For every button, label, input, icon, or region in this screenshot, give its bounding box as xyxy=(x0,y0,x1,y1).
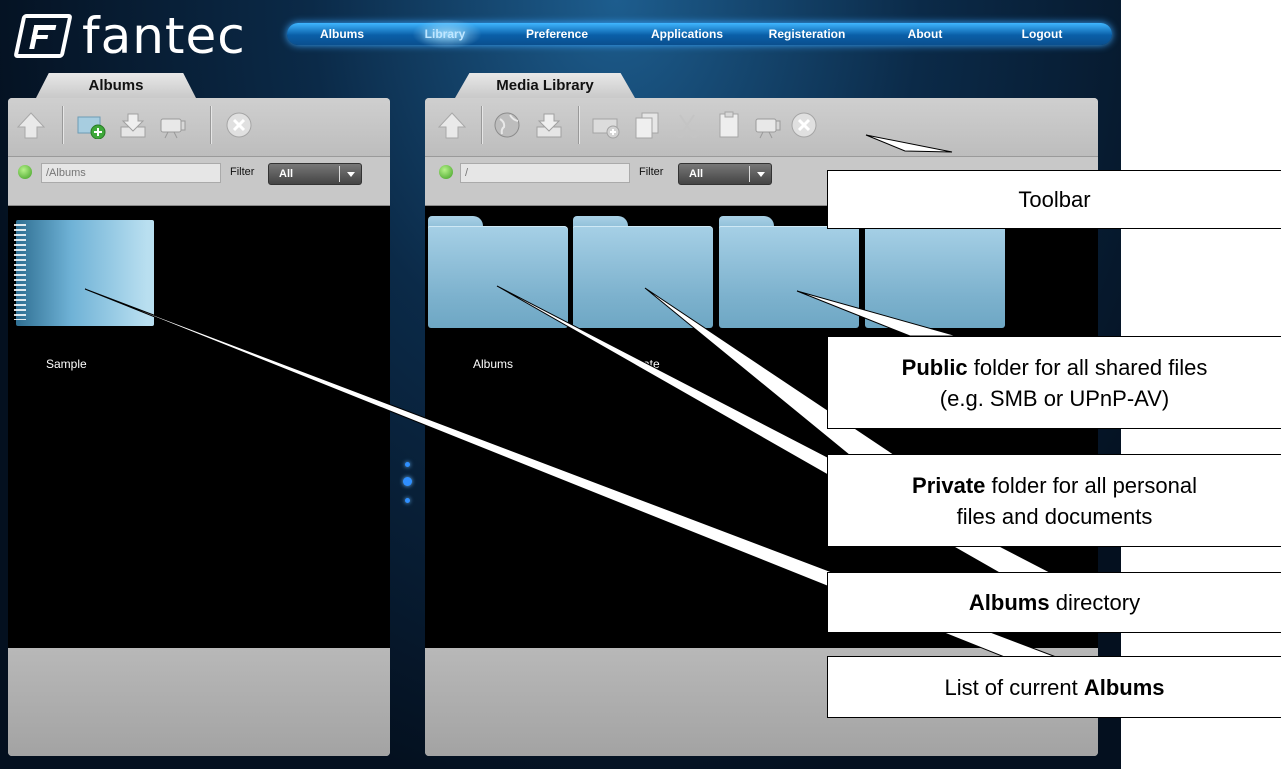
folder-label[interactable]: Albums xyxy=(473,357,513,371)
library-filter-select[interactable]: All xyxy=(678,163,772,185)
tab-albums[interactable]: Albums xyxy=(36,73,196,98)
toolbar-separator xyxy=(481,106,482,144)
callout-line: (e.g. SMB or UPnP-AV) xyxy=(939,385,1170,411)
callout-bold: Private xyxy=(912,472,986,498)
album-icon[interactable] xyxy=(14,220,154,326)
download-icon[interactable] xyxy=(118,110,148,140)
callout-text: folder for all personal xyxy=(985,472,1197,498)
nav-preference[interactable]: Preference xyxy=(507,27,607,41)
callout-line: Public folder for all shared files xyxy=(828,352,1281,383)
callout-albums-directory: Albums directory xyxy=(827,572,1281,633)
albums-toolbar xyxy=(8,98,390,157)
library-path-input[interactable] xyxy=(460,163,630,183)
callout-line: Albums directory xyxy=(828,587,1281,618)
folder-icon[interactable] xyxy=(573,216,713,328)
toolbar-separator xyxy=(578,106,579,144)
chevron-down-icon xyxy=(757,172,765,177)
toolbar-separator xyxy=(210,106,211,144)
folder-body xyxy=(865,226,1005,328)
refresh-icon[interactable] xyxy=(18,165,32,179)
albums-content: Sample xyxy=(8,206,390,648)
cut-icon[interactable] xyxy=(672,110,702,140)
chevron-down-icon xyxy=(347,172,355,177)
callout-line: Private folder for all personal xyxy=(828,470,1281,501)
albums-panel: Filter All Sample xyxy=(8,98,390,756)
callout-album-list: List of current Albums xyxy=(827,656,1281,718)
main-nav: Albums Library Preference Applications R… xyxy=(287,19,1112,49)
callout-private-folder: Private folder for all personal files an… xyxy=(827,454,1281,547)
toolbar-separator xyxy=(62,106,63,144)
callout-line: List of current Albums xyxy=(828,672,1281,703)
logo-text: fantec xyxy=(82,7,246,65)
fantec-logo-icon xyxy=(13,14,73,58)
tab-media-library[interactable]: Media Library xyxy=(455,73,635,98)
fantec-logo: fantec xyxy=(13,6,246,66)
folder-body xyxy=(573,226,713,328)
callout-line: files and documents xyxy=(956,503,1153,529)
library-toolbar xyxy=(425,98,1098,157)
copy-icon[interactable] xyxy=(632,110,662,140)
callout-text: List of current xyxy=(944,674,1084,700)
nav-albums[interactable]: Albums xyxy=(297,27,387,41)
up-arrow-icon[interactable] xyxy=(16,110,46,140)
nav-library[interactable]: Library xyxy=(405,27,485,41)
nav-registeration[interactable]: Registeration xyxy=(752,27,862,41)
callout-bold: Public xyxy=(901,354,968,380)
filter-value: All xyxy=(689,168,704,180)
globe-icon[interactable] xyxy=(492,110,522,140)
filter-value: All xyxy=(279,168,294,180)
new-folder-icon[interactable] xyxy=(591,110,621,140)
splitter-handle[interactable] xyxy=(403,477,412,486)
callout-toolbar: Toolbar xyxy=(827,170,1281,229)
callout-text: Toolbar xyxy=(1018,187,1091,212)
refresh-icon[interactable] xyxy=(439,165,453,179)
splitter-dot[interactable] xyxy=(405,462,410,467)
paste-icon[interactable] xyxy=(714,110,744,140)
nav-about[interactable]: About xyxy=(885,27,965,41)
splitter-dot[interactable] xyxy=(405,498,410,503)
download-icon[interactable] xyxy=(534,110,564,140)
callout-bold: Albums xyxy=(1083,674,1165,700)
folder-body xyxy=(719,226,859,328)
callout-bold: Albums xyxy=(968,590,1050,615)
callout-text: folder for all shared files xyxy=(967,354,1208,380)
albums-address-bar: Filter All xyxy=(8,157,390,206)
nav-applications[interactable]: Applications xyxy=(637,27,737,41)
folder-icon[interactable] xyxy=(428,216,568,328)
nav-logout[interactable]: Logout xyxy=(997,27,1087,41)
callout-text: directory xyxy=(1049,590,1141,615)
filter-label: Filter xyxy=(230,166,255,178)
delete-icon[interactable] xyxy=(224,110,254,140)
filter-label: Filter xyxy=(639,166,664,178)
new-album-icon[interactable] xyxy=(76,110,106,140)
folder-icon[interactable] xyxy=(719,216,859,328)
spiral-binding xyxy=(14,224,26,320)
delete-icon[interactable] xyxy=(789,110,819,140)
callout-public-folder: Public folder for all shared files (e.g.… xyxy=(827,336,1281,429)
albums-footer xyxy=(8,648,390,756)
filter-divider xyxy=(749,166,750,182)
folder-icon[interactable] xyxy=(865,216,1005,328)
slideshow-icon[interactable] xyxy=(158,110,188,140)
folder-label[interactable]: vate xyxy=(637,357,660,371)
albums-path-input[interactable] xyxy=(41,163,221,183)
filter-divider xyxy=(339,166,340,182)
album-label[interactable]: Sample xyxy=(46,357,87,371)
up-arrow-icon[interactable] xyxy=(437,110,467,140)
slideshow-icon[interactable] xyxy=(753,110,783,140)
folder-body xyxy=(428,226,568,328)
albums-filter-select[interactable]: All xyxy=(268,163,362,185)
